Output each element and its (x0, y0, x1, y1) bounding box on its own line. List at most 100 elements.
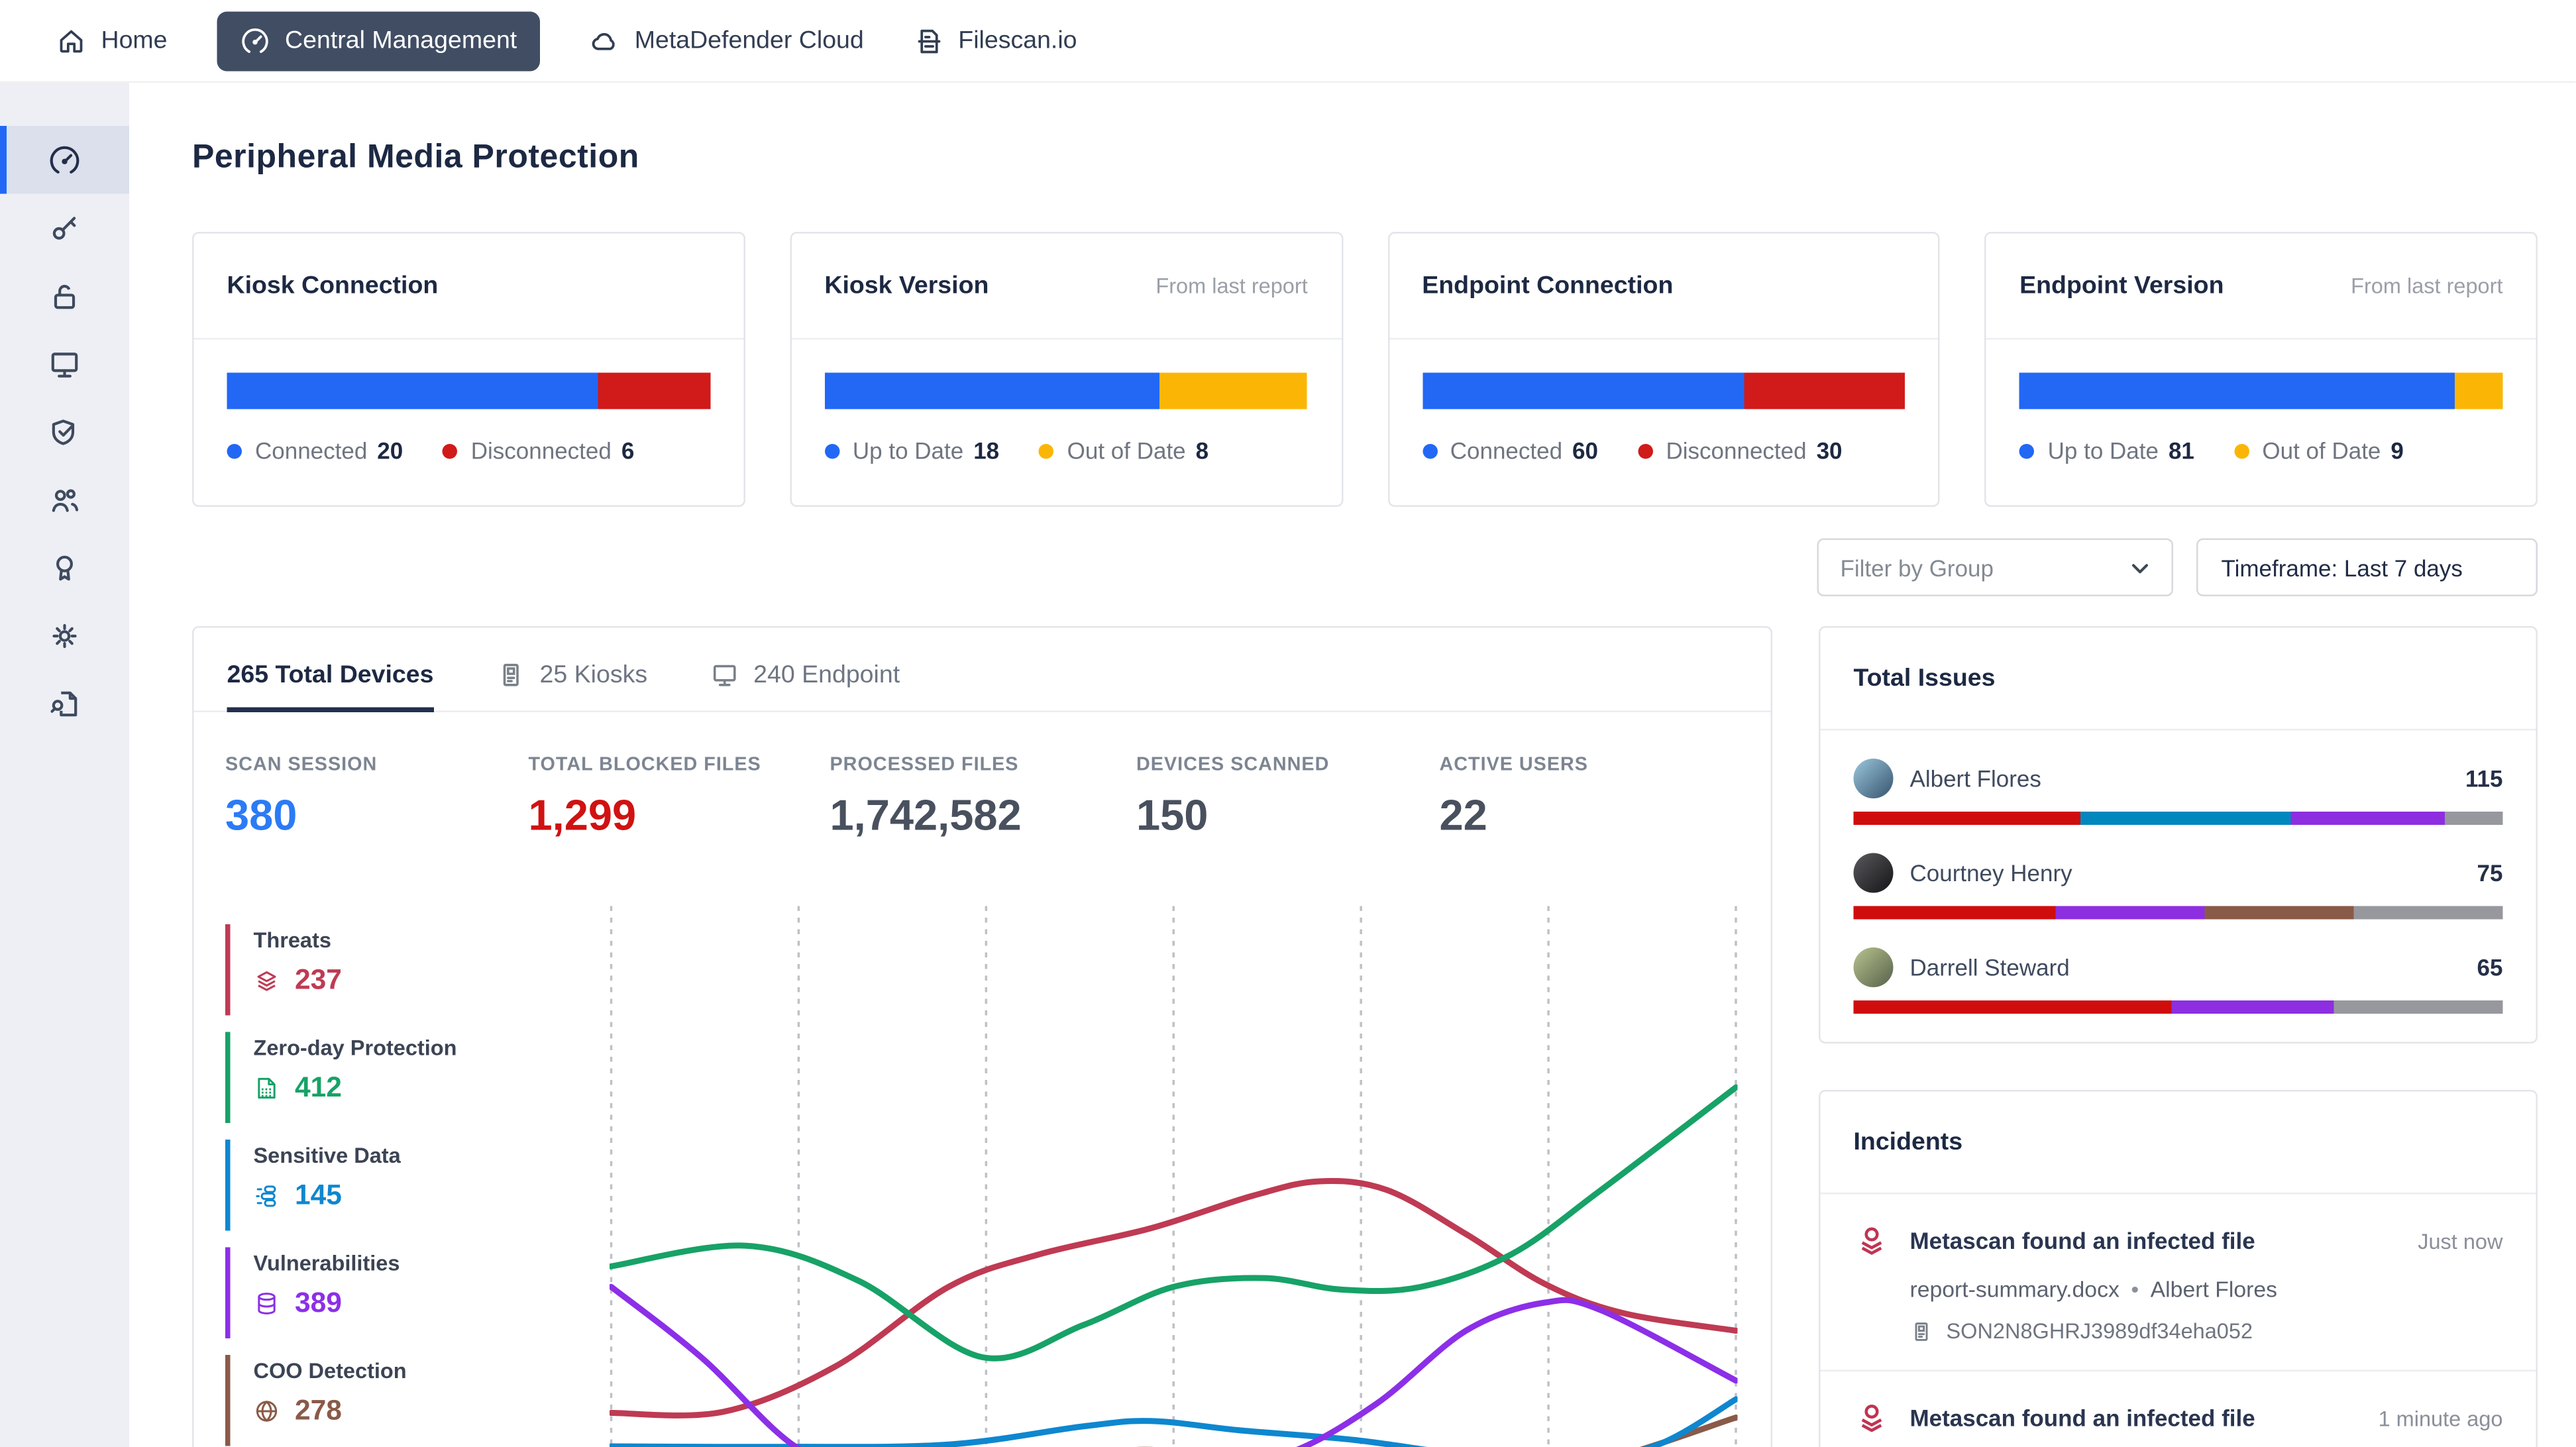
summary-card-endpoint-connection: Endpoint ConnectionConnected60Disconnect… (1387, 232, 1940, 507)
incidents-list: Metascan found an infected fileJust nowr… (1821, 1195, 2536, 1447)
legend-dot-icon (2019, 443, 2035, 458)
sidebar-item-licenses[interactable] (0, 194, 129, 262)
kiosk-icon (496, 661, 525, 690)
timeframe-select[interactable]: Timeframe: Last 7 days (2196, 539, 2538, 597)
chart-legend-item-sensitive-data[interactable]: Sensitive Data145 (225, 1140, 598, 1231)
filter-by-group-select[interactable]: Filter by Group (1817, 539, 2174, 597)
sidebar-item-users[interactable] (0, 466, 129, 534)
chart-legend-item-coo-detection[interactable]: COO Detection278 (225, 1355, 598, 1446)
bar-segment (598, 373, 710, 409)
bar-segment (824, 373, 1159, 409)
legend-entry: Disconnected6 (443, 437, 634, 464)
bar-segment (227, 373, 599, 409)
issue-row[interactable]: Courtney Henry75 (1821, 853, 2536, 920)
chart-legend-total: 145 (295, 1179, 342, 1212)
lock-icon (48, 279, 81, 312)
stat-label: ACTIVE USERS (1440, 755, 1588, 775)
incidents-title: Incidents (1821, 1092, 2536, 1195)
chart-legend: Threats 237 Zero-day Protection412 Sensitiv… (225, 924, 598, 1447)
legend-dot-icon (824, 443, 839, 458)
sidebar-item-policies[interactable] (0, 398, 129, 466)
app-window: Home Central Management MetaDefender Cloud… (0, 0, 2576, 1447)
sidebar-item-settings[interactable] (0, 602, 129, 670)
filter-by-group-label: Filter by Group (1841, 554, 1994, 580)
legend-label: Out of Date (1067, 437, 1186, 464)
nav-item-filescan-io[interactable]: Filescan.io (914, 26, 1077, 56)
tab-label: 25 Kiosks (539, 661, 647, 690)
devices-tabs: 265 Total Devices 25 Kiosks 240 Endpoint (194, 628, 1771, 713)
sidebar-item-dashboard[interactable] (0, 126, 129, 194)
legend-dot-icon (1638, 443, 1653, 458)
sidebar (0, 83, 129, 1447)
shield-check-icon (48, 415, 81, 448)
incident-item[interactable]: Metascan found an infected fileJust nowr… (1821, 1195, 2536, 1344)
chart-legend-label: Threats (254, 924, 598, 953)
legend-entry: Up to Date 18 (824, 437, 999, 464)
legend-label: Disconnected (471, 437, 612, 464)
device-id-icon (1910, 1319, 1933, 1342)
home-icon (56, 26, 86, 56)
bar-segment (2444, 812, 2502, 825)
stacked-bar (1422, 373, 1905, 409)
line-chart-plot (610, 883, 1738, 1447)
tab-label: 240 Endpoint (753, 661, 900, 690)
avatar (1854, 853, 1894, 893)
bar-segment (1159, 373, 1308, 409)
sidebar-item-certifications[interactable] (0, 533, 129, 602)
tab-240-endpoint[interactable]: 240 Endpoint (710, 661, 900, 713)
stat-label: DEVICES SCANNED (1136, 755, 1440, 775)
chart-legend-total-row: 145 (254, 1179, 598, 1212)
globe-icon (254, 1398, 280, 1424)
legend-value: 8 (1196, 437, 1208, 464)
chart-legend-item-zero-day-protection[interactable]: Zero-day Protection412 (225, 1032, 598, 1124)
nav-item-metadefender-cloud[interactable]: MetaDefender Cloud (590, 26, 864, 56)
chart-legend-total: 237 (295, 964, 342, 997)
summary-card-kiosk-version: Kiosk VersionFrom last reportUp to Date1… (790, 232, 1342, 507)
chart-legend-total-row: 412 (254, 1072, 598, 1105)
issue-row[interactable]: Darrell Steward65 (1821, 947, 2536, 1014)
tab-label: 265 Total Devices (227, 661, 434, 690)
devices-panel: 265 Total Devices 25 Kiosks 240 Endpoint S… (192, 626, 1772, 1447)
incident-title: Metascan found an infected file (1910, 1401, 2255, 1431)
bar-segment (2455, 373, 2503, 409)
sidebar-item-devices[interactable] (0, 330, 129, 398)
incident-item[interactable]: Metascan found an infected file1 minute … (1821, 1370, 2536, 1447)
summary-card-title: Kiosk Version (824, 272, 989, 300)
legend-entry: Disconnected30 (1638, 437, 1843, 464)
issue-row[interactable]: Albert Flores115 (1821, 759, 2536, 825)
legend-label: Up to Date (853, 437, 963, 464)
nav-item-label: Central Management (285, 27, 517, 55)
stat-total-blocked-files: TOTAL BLOCKED FILES1,299 (529, 755, 830, 841)
database-icon (254, 1291, 280, 1317)
sidebar-item-reports[interactable] (0, 669, 129, 737)
timeframe-label: Timeframe: Last 7 days (2222, 554, 2463, 580)
chart-legend-item-threats[interactable]: Threats 237 (225, 924, 598, 1016)
summary-card-endpoint-version: Endpoint VersionFrom last reportUp to Da… (1985, 232, 2538, 507)
stat-value: 1,742,582 (830, 790, 1137, 842)
incidents-card: Incidents Metascan found an infected fil… (1819, 1090, 2538, 1447)
chart-legend-label: Vulnerabilities (254, 1248, 598, 1276)
legend-entry: Connected60 (1422, 437, 1598, 464)
issue-stacked-bar (1854, 906, 2503, 920)
chevron-down-icon (2127, 554, 2153, 580)
tab-265-total-devices[interactable]: 265 Total Devices (227, 661, 434, 713)
legend-value: 20 (377, 437, 403, 464)
stat-label: PROCESSED FILES (830, 755, 1137, 775)
bar-segment (2172, 1000, 2334, 1014)
chart-legend-item-vulnerabilities[interactable]: Vulnerabilities389 (225, 1248, 598, 1339)
incident-user: Albert Flores (2151, 1277, 2277, 1303)
incident-device-row: SON2N8GHRJ3989df34eha052 (1910, 1318, 2503, 1344)
activity-chart: Threats 237 Zero-day Protection412 Sensitiv… (194, 883, 1771, 1447)
tab-25-kiosks[interactable]: 25 Kiosks (496, 661, 647, 713)
legend-value: 18 (973, 437, 999, 464)
issue-count: 65 (2477, 954, 2503, 981)
issue-count: 115 (2465, 765, 2502, 792)
gear-icon (48, 619, 81, 652)
sidebar-item-security[interactable] (0, 262, 129, 330)
summary-card-kiosk-connection: Kiosk ConnectionConnected20Disconnected6 (192, 232, 745, 507)
legend-dot-icon (1422, 443, 1437, 458)
nav-item-central-management[interactable]: Central Management (217, 11, 541, 70)
gauge-icon (241, 26, 270, 56)
bar-segment (1422, 373, 1744, 409)
nav-item-home[interactable]: Home (56, 26, 168, 56)
